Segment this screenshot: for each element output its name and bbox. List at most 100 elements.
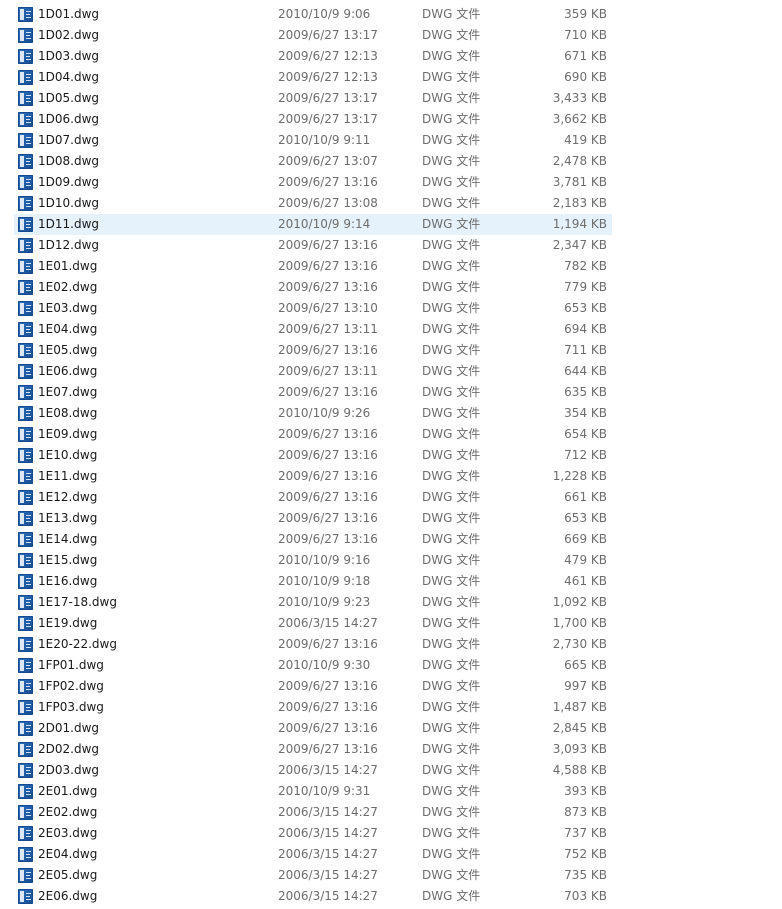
file-row[interactable]: 1D04.dwg 2009/6/27 12:13 DWG 文件 690 KB [0, 67, 782, 88]
file-name: 1E20-22.dwg [38, 637, 117, 651]
file-date-modified: 2009/6/27 12:13 [278, 70, 378, 84]
file-row[interactable]: 1E14.dwg 2009/6/27 13:16 DWG 文件 669 KB [0, 529, 782, 550]
dwg-file-icon [18, 196, 33, 211]
dwg-file-icon [18, 742, 33, 757]
file-date-modified: 2009/6/27 13:16 [278, 490, 378, 504]
file-name: 1D07.dwg [38, 133, 100, 147]
file-row[interactable]: 1E09.dwg 2009/6/27 13:16 DWG 文件 654 KB [0, 424, 782, 445]
file-row[interactable]: 1D01.dwg 2010/10/9 9:06 DWG 文件 359 KB [0, 4, 782, 25]
dwg-file-icon [18, 805, 33, 820]
file-row[interactable]: 1D06.dwg 2009/6/27 13:17 DWG 文件 3,662 KB [0, 109, 782, 130]
file-name: 2E02.dwg [38, 805, 98, 819]
file-row[interactable]: 1E07.dwg 2009/6/27 13:16 DWG 文件 635 KB [0, 382, 782, 403]
file-date-modified: 2009/6/27 13:16 [278, 469, 378, 483]
file-type: DWG 文件 [422, 469, 481, 483]
file-date-modified: 2009/6/27 13:16 [278, 175, 378, 189]
file-type: DWG 文件 [422, 343, 481, 357]
file-row[interactable]: 1E01.dwg 2009/6/27 13:16 DWG 文件 782 KB [0, 256, 782, 277]
dwg-file-icon [18, 637, 33, 652]
file-size: 711 KB [564, 343, 607, 357]
file-row[interactable]: 1E20-22.dwg 2009/6/27 13:16 DWG 文件 2,730 KB [0, 634, 782, 655]
file-row[interactable]: 1E06.dwg 2009/6/27 13:11 DWG 文件 644 KB [0, 361, 782, 382]
file-row[interactable]: 1D10.dwg 2009/6/27 13:08 DWG 文件 2,183 KB [0, 193, 782, 214]
file-row[interactable]: 1FP01.dwg 2010/10/9 9:30 DWG 文件 665 KB [0, 655, 782, 676]
file-row[interactable]: 1E03.dwg 2009/6/27 13:10 DWG 文件 653 KB [0, 298, 782, 319]
file-row[interactable]: 1D11.dwg 2010/10/9 9:14 DWG 文件 1,194 KB [0, 214, 782, 235]
dwg-file-icon [18, 700, 33, 715]
file-type: DWG 文件 [422, 448, 481, 462]
file-row[interactable]: 1E19.dwg 2006/3/15 14:27 DWG 文件 1,700 KB [0, 613, 782, 634]
file-row[interactable]: 1E16.dwg 2010/10/9 9:18 DWG 文件 461 KB [0, 571, 782, 592]
file-row[interactable]: 1E05.dwg 2009/6/27 13:16 DWG 文件 711 KB [0, 340, 782, 361]
file-size: 653 KB [564, 301, 607, 315]
dwg-file-icon [18, 826, 33, 841]
file-date-modified: 2010/10/9 9:18 [278, 574, 371, 588]
file-size: 665 KB [564, 658, 607, 672]
file-row[interactable]: 2E02.dwg 2006/3/15 14:27 DWG 文件 873 KB [0, 802, 782, 823]
file-name: 1E17-18.dwg [38, 595, 117, 609]
dwg-file-icon [18, 784, 33, 799]
file-row[interactable]: 1D08.dwg 2009/6/27 13:07 DWG 文件 2,478 KB [0, 151, 782, 172]
file-type: DWG 文件 [422, 28, 481, 42]
file-row[interactable]: 2D02.dwg 2009/6/27 13:16 DWG 文件 3,093 KB [0, 739, 782, 760]
file-row[interactable]: 1E04.dwg 2009/6/27 13:11 DWG 文件 694 KB [0, 319, 782, 340]
file-row[interactable]: 1D09.dwg 2009/6/27 13:16 DWG 文件 3,781 KB [0, 172, 782, 193]
file-row[interactable]: 2D03.dwg 2006/3/15 14:27 DWG 文件 4,588 KB [0, 760, 782, 781]
file-size: 2,845 KB [552, 721, 607, 735]
file-row[interactable]: 1E08.dwg 2010/10/9 9:26 DWG 文件 354 KB [0, 403, 782, 424]
file-row[interactable]: 1E02.dwg 2009/6/27 13:16 DWG 文件 779 KB [0, 277, 782, 298]
dwg-file-icon [18, 595, 33, 610]
file-row[interactable]: 1D03.dwg 2009/6/27 12:13 DWG 文件 671 KB [0, 46, 782, 67]
file-row[interactable]: 1E12.dwg 2009/6/27 13:16 DWG 文件 661 KB [0, 487, 782, 508]
file-size: 419 KB [564, 133, 607, 147]
dwg-file-icon [18, 553, 33, 568]
file-row[interactable]: 2D01.dwg 2009/6/27 13:16 DWG 文件 2,845 KB [0, 718, 782, 739]
file-name: 1E19.dwg [38, 616, 98, 630]
file-date-modified: 2010/10/9 9:23 [278, 595, 371, 609]
file-row[interactable]: 1E10.dwg 2009/6/27 13:16 DWG 文件 712 KB [0, 445, 782, 466]
file-name: 1E13.dwg [38, 511, 98, 525]
file-size: 1,194 KB [552, 217, 607, 231]
file-row[interactable]: 1E13.dwg 2009/6/27 13:16 DWG 文件 653 KB [0, 508, 782, 529]
file-row[interactable]: 2E06.dwg 2006/3/15 14:27 DWG 文件 703 KB [0, 886, 782, 907]
dwg-file-icon [18, 448, 33, 463]
file-date-modified: 2009/6/27 13:16 [278, 280, 378, 294]
file-row[interactable]: 2E01.dwg 2010/10/9 9:31 DWG 文件 393 KB [0, 781, 782, 802]
file-date-modified: 2006/3/15 14:27 [278, 805, 378, 819]
dwg-file-icon [18, 490, 33, 505]
file-type: DWG 文件 [422, 490, 481, 504]
file-size: 3,662 KB [552, 112, 607, 126]
file-name: 1E15.dwg [38, 553, 98, 567]
file-size: 694 KB [564, 322, 607, 336]
file-row[interactable]: 2E03.dwg 2006/3/15 14:27 DWG 文件 737 KB [0, 823, 782, 844]
file-row[interactable]: 1E15.dwg 2010/10/9 9:16 DWG 文件 479 KB [0, 550, 782, 571]
file-row[interactable]: 1FP02.dwg 2009/6/27 13:16 DWG 文件 997 KB [0, 676, 782, 697]
file-row[interactable]: 2E04.dwg 2006/3/15 14:27 DWG 文件 752 KB [0, 844, 782, 865]
file-name: 1D01.dwg [38, 7, 100, 21]
file-type: DWG 文件 [422, 805, 481, 819]
file-date-modified: 2009/6/27 13:08 [278, 196, 378, 210]
file-date-modified: 2009/6/27 13:16 [278, 259, 378, 273]
file-row[interactable]: 1D05.dwg 2009/6/27 13:17 DWG 文件 3,433 KB [0, 88, 782, 109]
dwg-file-icon [18, 469, 33, 484]
file-date-modified: 2009/6/27 13:16 [278, 700, 378, 714]
file-size: 661 KB [564, 490, 607, 504]
file-row[interactable]: 1E17-18.dwg 2010/10/9 9:23 DWG 文件 1,092 KB [0, 592, 782, 613]
file-row[interactable]: 2E05.dwg 2006/3/15 14:27 DWG 文件 735 KB [0, 865, 782, 886]
file-date-modified: 2009/6/27 13:16 [278, 427, 378, 441]
dwg-file-icon [18, 217, 33, 232]
file-size: 873 KB [564, 805, 607, 819]
file-row[interactable]: 1D07.dwg 2010/10/9 9:11 DWG 文件 419 KB [0, 130, 782, 151]
file-size: 644 KB [564, 364, 607, 378]
file-row[interactable]: 1E11.dwg 2009/6/27 13:16 DWG 文件 1,228 KB [0, 466, 782, 487]
file-size: 735 KB [564, 868, 607, 882]
file-size: 1,487 KB [552, 700, 607, 714]
file-name: 2D01.dwg [38, 721, 100, 735]
dwg-file-icon [18, 7, 33, 22]
file-row[interactable]: 1D12.dwg 2009/6/27 13:16 DWG 文件 2,347 KB [0, 235, 782, 256]
file-row[interactable]: 1D02.dwg 2009/6/27 13:17 DWG 文件 710 KB [0, 25, 782, 46]
file-type: DWG 文件 [422, 574, 481, 588]
file-row[interactable]: 1FP03.dwg 2009/6/27 13:16 DWG 文件 1,487 KB [0, 697, 782, 718]
file-size: 461 KB [564, 574, 607, 588]
file-size: 2,347 KB [552, 238, 607, 252]
